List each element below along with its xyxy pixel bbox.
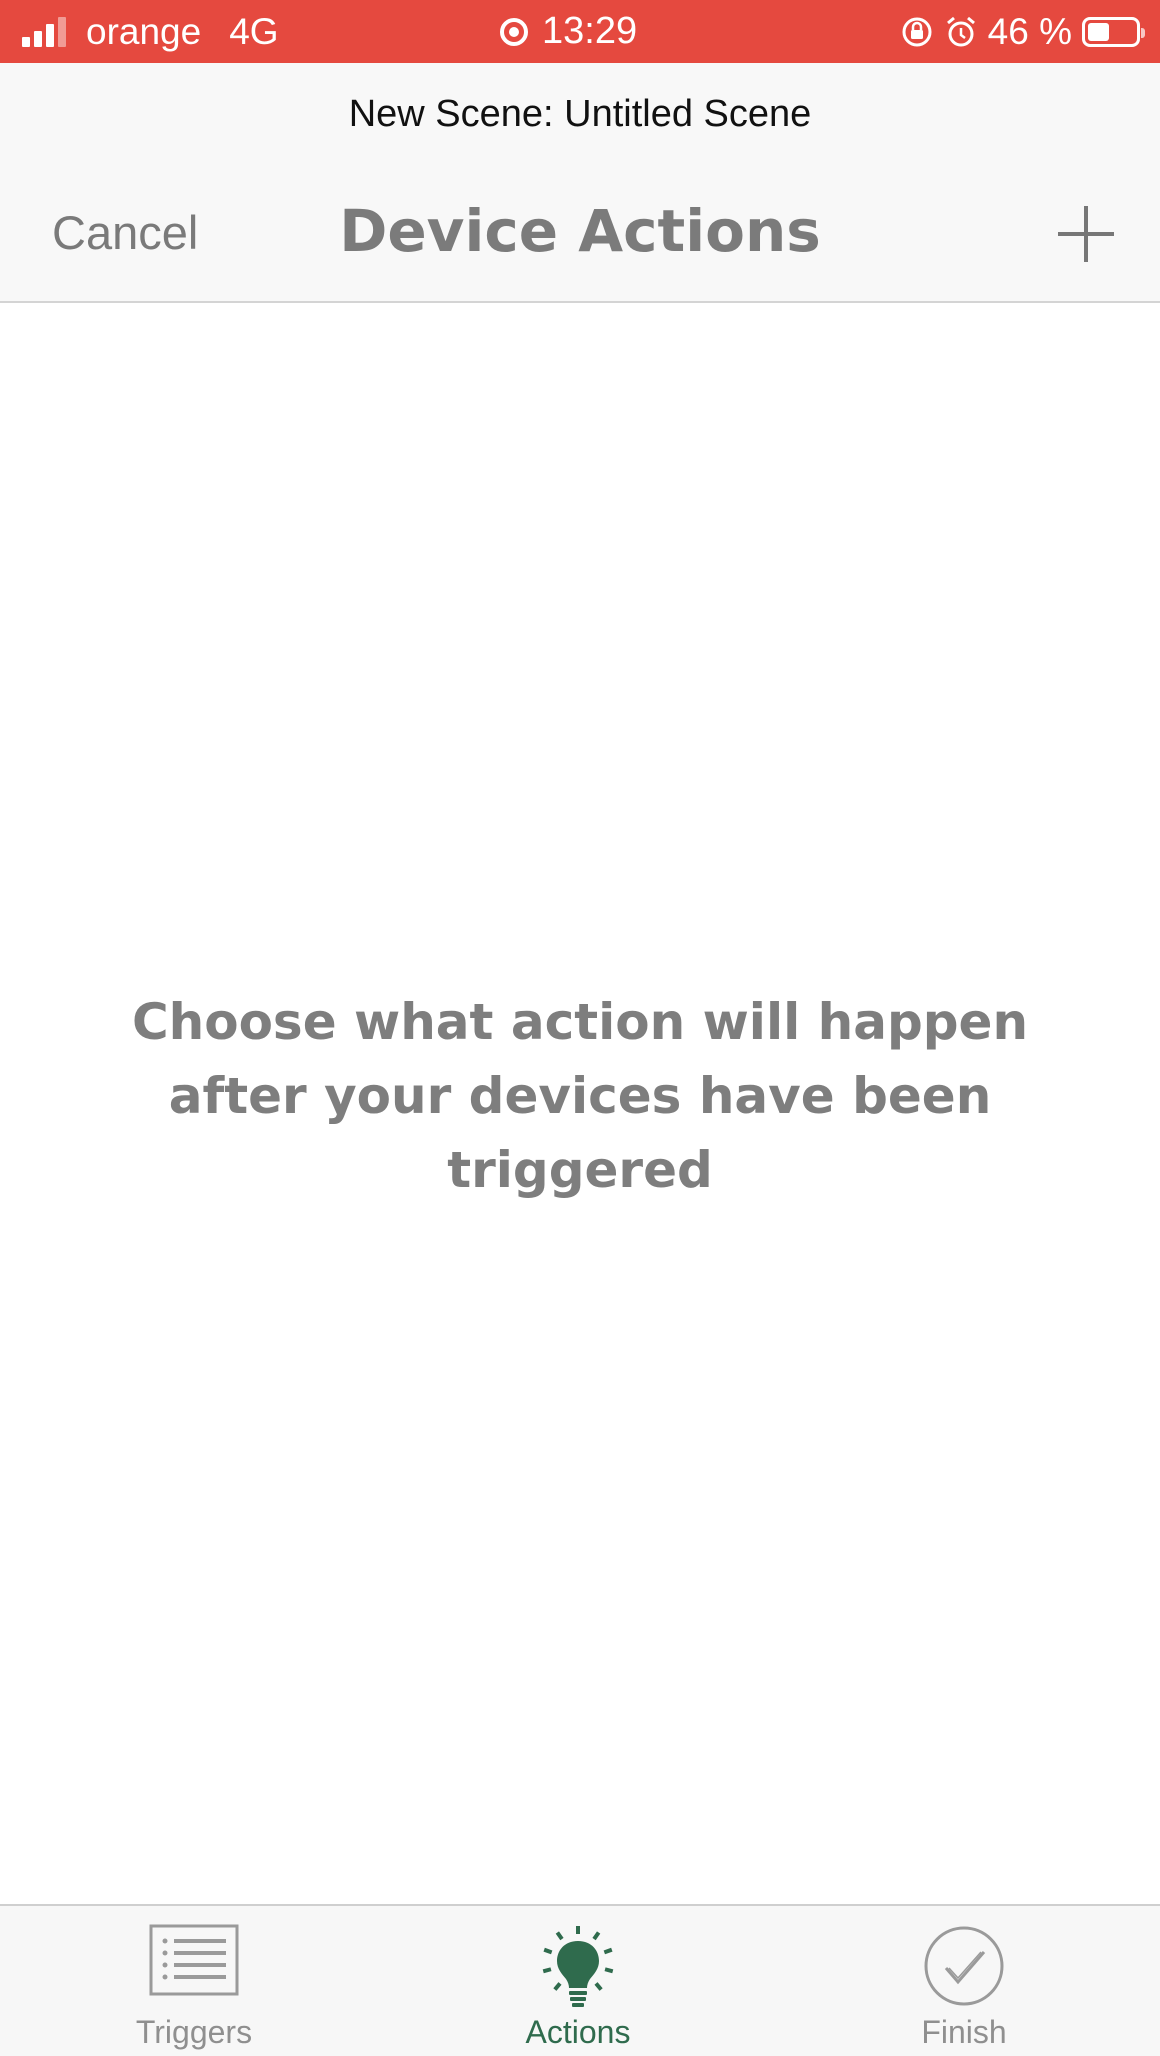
- clock: 13:29: [542, 10, 638, 52]
- tab-label-triggers: Triggers: [135, 2014, 253, 2050]
- plus-icon[interactable]: [1058, 206, 1114, 262]
- tab-label-actions: Actions: [525, 2014, 631, 2050]
- battery-level: [1088, 22, 1109, 41]
- signal-strength-icon: [22, 16, 70, 47]
- status-left: orange 4G: [22, 0, 279, 63]
- status-center: 13:29: [500, 0, 637, 63]
- cancel-button[interactable]: Cancel: [52, 205, 198, 260]
- tab-label-finish: Finish: [921, 2014, 1007, 2050]
- navigation-header: New Scene: Untitled Scene Cancel Device …: [0, 63, 1160, 303]
- empty-state-message: Choose what action will happen after you…: [131, 993, 1029, 1199]
- tab-finish[interactable]: Finish: [844, 1906, 1084, 2056]
- tab-bar: Triggers Actions Finish: [0, 1904, 1160, 2056]
- network-type: 4G: [229, 10, 279, 52]
- app-screen: orange 4G 13:29 46 % New Scene: Untitled…: [0, 0, 1160, 2056]
- battery-percent: 46 %: [987, 10, 1072, 52]
- alarm-icon: [944, 15, 978, 49]
- lightbulb-icon: [536, 1924, 620, 2017]
- battery-icon: [1082, 16, 1145, 47]
- screen-recording-icon: [500, 17, 528, 46]
- carrier-name: orange: [86, 10, 202, 52]
- status-bar: orange 4G 13:29 46 %: [0, 0, 1160, 63]
- tab-triggers[interactable]: Triggers: [74, 1906, 314, 2056]
- tab-actions[interactable]: Actions: [458, 1906, 698, 2056]
- checkmark-circle-icon: [922, 1924, 1006, 2013]
- orientation-lock-icon: [900, 15, 934, 49]
- status-right: 46 %: [900, 0, 1145, 63]
- scene-title: New Scene: Untitled Scene: [348, 93, 812, 135]
- list-icon: [149, 1924, 239, 2001]
